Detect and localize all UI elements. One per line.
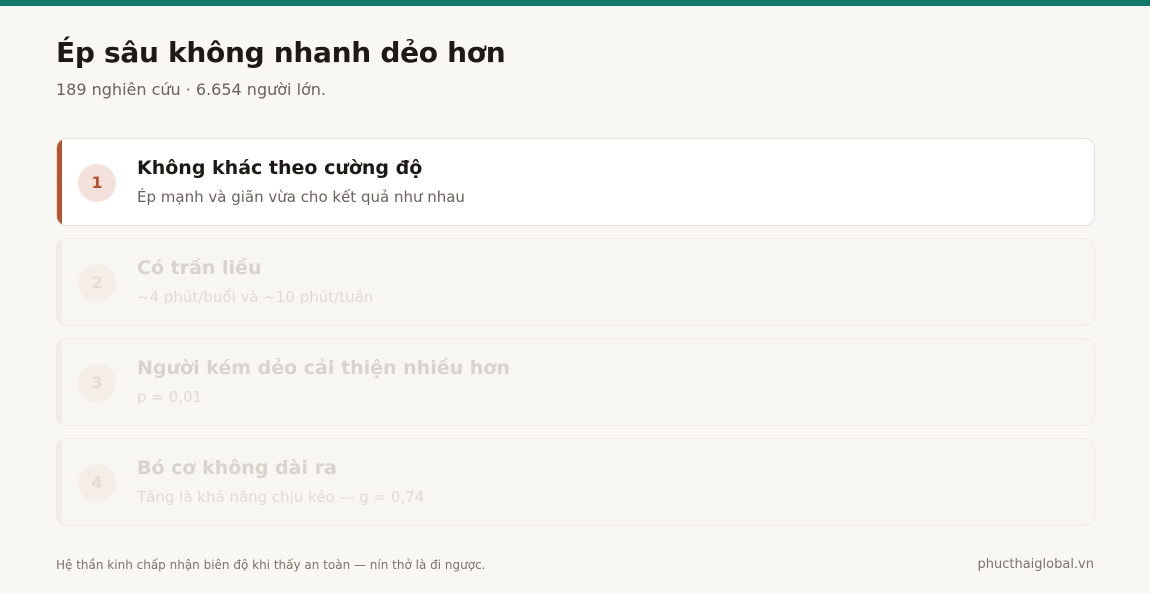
card-description: ~4 phút/buổi và ~10 phút/tuần [137, 288, 374, 306]
card-description: p = 0,01 [137, 388, 203, 406]
card-heading: Bó cơ không dài ra [137, 457, 337, 479]
card-heading: Có trần liều [137, 257, 262, 279]
page-title: Ép sâu không nhanh dẻo hơn [56, 36, 506, 69]
header: Ép sâu không nhanh dẻo hơn 189 nghiên cứ… [56, 34, 1096, 100]
finding-card-4[interactable]: 4 Bó cơ không dài ra Tăng là khả năng ch… [56, 438, 1095, 526]
finding-card-1[interactable]: 1 Không khác theo cường độ Ép mạnh và gi… [56, 138, 1095, 226]
step-number-badge: 4 [78, 464, 116, 502]
card-description: Ép mạnh và giãn vừa cho kết quả như nhau [137, 188, 465, 206]
footer-site-link[interactable]: phucthaiglobal.vn [977, 557, 1094, 573]
card-heading: Người kém dẻo cải thiện nhiều hơn [137, 357, 510, 379]
top-accent-bar [0, 0, 1150, 6]
finding-list: 1 Không khác theo cường độ Ép mạnh và gi… [56, 138, 1095, 538]
step-number-badge: 2 [78, 264, 116, 302]
page-subtitle: 189 nghiên cứu · 6.654 người lớn. [56, 80, 327, 99]
card-heading: Không khác theo cường độ [137, 157, 423, 179]
card-accent-bar [57, 439, 62, 525]
step-number-badge: 3 [78, 364, 116, 402]
finding-card-2[interactable]: 2 Có trần liều ~4 phút/buổi và ~10 phút/… [56, 238, 1095, 326]
card-description: Tăng là khả năng chịu kéo — g = 0,74 [137, 488, 425, 506]
card-accent-bar [57, 239, 62, 325]
card-accent-bar [57, 339, 62, 425]
card-accent-bar [57, 139, 62, 225]
step-number-badge: 1 [78, 164, 116, 202]
footer-note: Hệ thần kinh chấp nhận biên độ khi thấy … [56, 558, 486, 572]
finding-card-3[interactable]: 3 Người kém dẻo cải thiện nhiều hơn p = … [56, 338, 1095, 426]
